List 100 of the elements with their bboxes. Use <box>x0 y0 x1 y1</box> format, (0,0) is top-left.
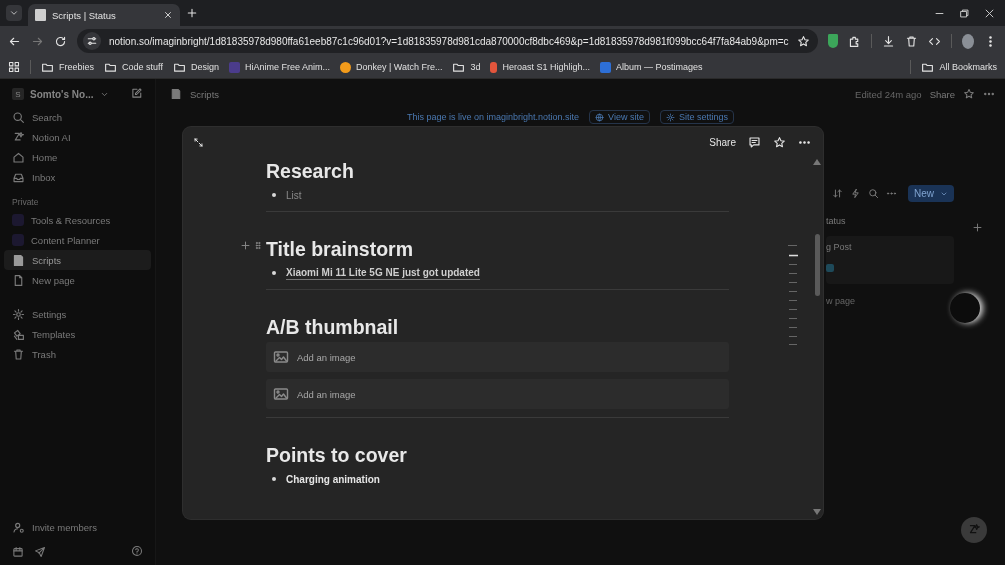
heading: Title brainstorm <box>266 237 414 261</box>
close-icon[interactable] <box>163 10 173 20</box>
column-header: tatus <box>826 216 846 226</box>
bullet-text: List <box>286 189 302 201</box>
plus-icon[interactable] <box>240 240 251 251</box>
bullet-icon <box>272 193 276 197</box>
download-icon[interactable] <box>882 34 895 48</box>
star-icon[interactable] <box>773 135 786 149</box>
bookmark[interactable]: 3d <box>452 60 481 74</box>
reload-icon[interactable] <box>54 34 67 48</box>
heading: Research <box>266 159 355 183</box>
calendar-icon[interactable] <box>12 546 24 558</box>
circle-button[interactable] <box>950 293 980 323</box>
settings-icon <box>12 307 25 321</box>
trash-icon[interactable] <box>905 34 918 48</box>
heading: Points to cover <box>266 443 408 467</box>
image-icon <box>273 386 289 402</box>
image-icon <box>273 349 289 365</box>
table-of-contents-drawing[interactable] <box>787 245 799 345</box>
settings-icon <box>665 112 675 122</box>
banner-button[interactable]: Site settings <box>659 110 734 124</box>
tab-title: Scripts | Status <box>52 9 117 21</box>
new-page-button[interactable]: w page <box>826 296 856 306</box>
image-placeholder[interactable]: Add an image <box>266 342 729 372</box>
person-add-icon <box>12 520 25 534</box>
star-icon[interactable] <box>963 88 975 100</box>
star-icon[interactable] <box>796 34 810 48</box>
shapes-icon <box>12 327 25 341</box>
sidebar-item[interactable]: Settings <box>4 304 151 324</box>
sort-icon[interactable] <box>832 188 843 199</box>
globe-icon <box>595 112 605 122</box>
bookmark[interactable]: Code stuff <box>104 60 163 74</box>
banner-button[interactable]: View site <box>589 110 650 124</box>
tune-icon[interactable] <box>83 32 101 50</box>
bookmark[interactable]: Design <box>172 60 219 74</box>
section-label: Private <box>11 196 40 209</box>
breadcrumb[interactable]: Scripts <box>190 88 220 100</box>
bolt-icon[interactable] <box>850 188 861 199</box>
workspace-name: Somto's No... <box>30 88 94 100</box>
heading: A/B thumbnail <box>266 315 400 339</box>
scroll-up-icon[interactable] <box>813 159 821 165</box>
send-icon[interactable] <box>34 546 46 558</box>
bookmark[interactable]: Freebies <box>41 60 94 74</box>
sidebar-item[interactable]: Inbox <box>4 167 151 187</box>
emoji-icon <box>12 214 24 226</box>
sidebar-item[interactable]: Notion AI <box>4 127 151 147</box>
sparkle-icon <box>12 130 25 144</box>
drag-handle-icon[interactable] <box>253 240 263 251</box>
profile-avatar[interactable] <box>961 33 974 49</box>
bookmark[interactable]: Heroast S1 Highligh... <box>490 61 591 73</box>
sidebar-item[interactable]: Templates <box>4 324 151 344</box>
board-card[interactable]: g Post <box>826 236 954 284</box>
sidebar-item[interactable]: Trash <box>4 344 151 364</box>
bookmark[interactable]: HiAnime Free Anim... <box>228 61 330 73</box>
document-icon <box>170 88 182 100</box>
help-icon[interactable] <box>131 545 143 557</box>
tab-search-button[interactable] <box>6 5 22 21</box>
address-bar[interactable]: notion.so/imaginbright/1d81835978d980ffa61eeb87c1c96d01?v=1d81835978d981cda870000cf8dbc469&p=1d81835978d981f099bcc64f7fa84ab9&pm=c <box>77 29 818 53</box>
bullet-icon <box>272 271 276 275</box>
scroll-down-icon[interactable] <box>813 509 821 515</box>
emoji-icon <box>12 234 24 246</box>
workspace-switcher[interactable]: S Somto's No... <box>4 85 151 107</box>
bookmark[interactable]: Album — Postimages <box>600 61 703 73</box>
bullet-text: Charging animation <box>286 473 380 485</box>
share-button[interactable]: Share <box>929 88 955 100</box>
scrollbar[interactable] <box>815 234 820 296</box>
status-tag <box>826 264 834 272</box>
sidebar-page[interactable]: Tools & Resources <box>4 210 151 230</box>
bullet-icon <box>272 477 276 481</box>
restore-icon[interactable] <box>959 7 970 19</box>
sidebar-page[interactable]: Content Planner <box>4 230 151 250</box>
document-icon <box>35 9 46 21</box>
document-icon <box>12 253 25 267</box>
close-icon[interactable] <box>984 7 995 19</box>
edit-icon[interactable] <box>131 87 143 99</box>
sidebar-item[interactable]: Invite members <box>4 517 151 537</box>
sidebar-item[interactable]: Search <box>4 107 151 127</box>
new-button[interactable]: New <box>908 185 954 202</box>
page-icon <box>12 273 25 287</box>
share-button[interactable]: Share <box>709 136 736 148</box>
expand-icon[interactable] <box>193 136 204 148</box>
sidebar-page[interactable]: Scripts <box>4 250 151 270</box>
browser-tab[interactable]: Scripts | Status <box>28 4 180 26</box>
home-icon <box>12 150 25 164</box>
page-link[interactable]: Xiaomi Mi 11 Lite 5G NE just got updated <box>286 266 480 280</box>
edited-time: Edited 24m ago <box>855 88 922 100</box>
bookmark[interactable]: Donkey | Watch Fre... <box>339 61 443 73</box>
apps-icon[interactable] <box>8 61 20 73</box>
card-title: g Post <box>826 242 852 252</box>
search-icon <box>12 110 25 124</box>
search-icon[interactable] <box>868 188 879 199</box>
sidebar-item[interactable]: Home <box>4 147 151 167</box>
image-placeholder[interactable]: Add an image <box>266 379 729 409</box>
all-bookmarks-button[interactable]: All Bookmarks <box>921 60 997 74</box>
shield-icon[interactable] <box>827 34 839 48</box>
banner-text: This page is live on imaginbright.notion.site <box>407 112 580 122</box>
trash-icon <box>12 347 25 361</box>
comment-icon[interactable] <box>748 135 761 149</box>
plus-icon[interactable] <box>972 222 983 233</box>
sidebar-page[interactable]: New page <box>4 270 151 290</box>
